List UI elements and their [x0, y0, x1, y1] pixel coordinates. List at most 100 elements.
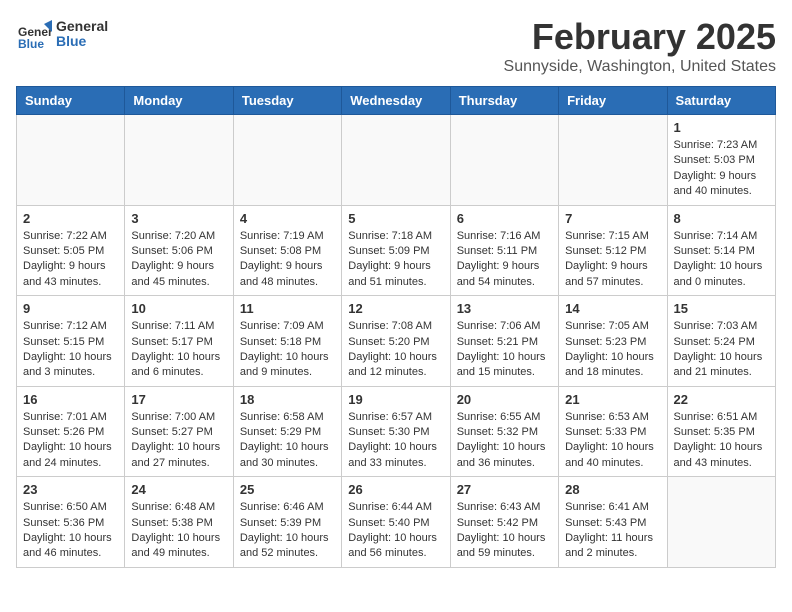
calendar-cell: 12Sunrise: 7:08 AM Sunset: 5:20 PM Dayli… [342, 296, 450, 387]
day-number: 20 [457, 392, 552, 407]
day-info: Sunrise: 7:05 AM Sunset: 5:23 PM Dayligh… [565, 319, 660, 381]
calendar-cell: 14 Sunrise: 7:05 AM Sunset: 5:23 PM Dayli… [559, 296, 667, 387]
week-row-2: 2 Sunrise: 7:22 AM Sunset: 5:05 PM Daylig… [17, 205, 776, 296]
day-info: Sunrise: 7:20 AM Sunset: 5:06 PM Dayligh… [131, 229, 226, 291]
weekday-header-saturday: Saturday [667, 87, 775, 115]
calendar-cell: 18 Sunrise: 6:58 AM Sunset: 5:29 PM Dayli… [233, 386, 341, 477]
day-info: Sunrise: 7:19 AM Sunset: 5:08 PM Dayligh… [240, 229, 335, 291]
calendar-cell [342, 115, 450, 206]
calendar-cell: 2 Sunrise: 7:22 AM Sunset: 5:05 PM Daylig… [17, 205, 125, 296]
day-info: Sunrise: 7:15 AM Sunset: 5:12 PM Dayligh… [565, 229, 660, 291]
day-info: Sunrise: 6:51 AM Sunset: 5:35 PM Dayligh… [674, 410, 769, 472]
day-number: 26 [348, 482, 443, 497]
weekday-header-sunday: Sunday [17, 87, 125, 115]
day-number: 19 [348, 392, 443, 407]
day-info: Sunrise: 7:08 AM Sunset: 5:20 PM Dayligh… [348, 319, 443, 381]
day-number: 8 [674, 211, 769, 226]
calendar-cell: 8 Sunrise: 7:14 AM Sunset: 5:14 PM Daylig… [667, 205, 775, 296]
calendar-cell: 3 Sunrise: 7:20 AM Sunset: 5:06 PM Daylig… [125, 205, 233, 296]
day-info: Sunrise: 6:48 AM Sunset: 5:38 PM Dayligh… [131, 500, 226, 562]
day-info: Sunrise: 7:00 AM Sunset: 5:27 PM Dayligh… [131, 410, 226, 472]
day-info: Sunrise: 6:50 AM Sunset: 5:36 PM Dayligh… [23, 500, 118, 562]
calendar-cell: 27 Sunrise: 6:43 AM Sunset: 5:42 PM Dayli… [450, 477, 558, 568]
calendar-cell: 6Sunrise: 7:16 AM Sunset: 5:11 PM Daylig… [450, 205, 558, 296]
day-info: Sunrise: 7:06 AM Sunset: 5:21 PM Dayligh… [457, 319, 552, 381]
weekday-header-tuesday: Tuesday [233, 87, 341, 115]
day-info: Sunrise: 7:18 AM Sunset: 5:09 PM Dayligh… [348, 229, 443, 291]
day-number: 4 [240, 211, 335, 226]
day-number: 13 [457, 301, 552, 316]
day-number: 11 [240, 301, 335, 316]
title-block: February 2025 Sunnyside, Washington, Uni… [504, 16, 776, 76]
day-info: Sunrise: 6:57 AM Sunset: 5:30 PM Dayligh… [348, 410, 443, 472]
calendar-cell: 7 Sunrise: 7:15 AM Sunset: 5:12 PM Daylig… [559, 205, 667, 296]
day-info: Sunrise: 7:22 AM Sunset: 5:05 PM Dayligh… [23, 229, 118, 291]
day-info: Sunrise: 7:23 AM Sunset: 5:03 PM Dayligh… [674, 138, 769, 200]
day-info: Sunrise: 7:14 AM Sunset: 5:14 PM Dayligh… [674, 229, 769, 291]
day-info: Sunrise: 6:55 AM Sunset: 5:32 PM Dayligh… [457, 410, 552, 472]
calendar-table: SundayMondayTuesdayWednesdayThursdayFrid… [16, 86, 776, 568]
calendar-cell: 9 Sunrise: 7:12 AM Sunset: 5:15 PM Daylig… [17, 296, 125, 387]
weekday-header-thursday: Thursday [450, 87, 558, 115]
logo-blue: Blue [56, 34, 108, 49]
calendar-cell: 24 Sunrise: 6:48 AM Sunset: 5:38 PM Dayli… [125, 477, 233, 568]
day-number: 9 [23, 301, 118, 316]
day-number: 28 [565, 482, 660, 497]
calendar-cell: 4 Sunrise: 7:19 AM Sunset: 5:08 PM Daylig… [233, 205, 341, 296]
day-info: Sunrise: 6:41 AM Sunset: 5:43 PM Dayligh… [565, 500, 660, 562]
day-number: 25 [240, 482, 335, 497]
calendar-cell [125, 115, 233, 206]
calendar-cell [667, 477, 775, 568]
day-number: 7 [565, 211, 660, 226]
week-row-3: 9 Sunrise: 7:12 AM Sunset: 5:15 PM Daylig… [17, 296, 776, 387]
day-number: 27 [457, 482, 552, 497]
calendar-cell: 20 Sunrise: 6:55 AM Sunset: 5:32 PM Dayli… [450, 386, 558, 477]
calendar-cell: 25 Sunrise: 6:46 AM Sunset: 5:39 PM Dayli… [233, 477, 341, 568]
calendar-location: Sunnyside, Washington, United States [504, 58, 776, 76]
week-row-4: 16 Sunrise: 7:01 AM Sunset: 5:26 PM Dayli… [17, 386, 776, 477]
day-info: Sunrise: 7:12 AM Sunset: 5:15 PM Dayligh… [23, 319, 118, 381]
calendar-cell: 23 Sunrise: 6:50 AM Sunset: 5:36 PM Dayli… [17, 477, 125, 568]
day-info: Sunrise: 6:46 AM Sunset: 5:39 PM Dayligh… [240, 500, 335, 562]
day-number: 10 [131, 301, 226, 316]
logo-general: General [56, 19, 108, 34]
day-number: 3 [131, 211, 226, 226]
logo: General Blue General Blue [16, 16, 108, 52]
day-number: 18 [240, 392, 335, 407]
weekday-header-wednesday: Wednesday [342, 87, 450, 115]
calendar-cell: 11 Sunrise: 7:09 AM Sunset: 5:18 PM Dayli… [233, 296, 341, 387]
calendar-cell: 22Sunrise: 6:51 AM Sunset: 5:35 PM Dayli… [667, 386, 775, 477]
day-info: Sunrise: 7:01 AM Sunset: 5:26 PM Dayligh… [23, 410, 118, 472]
weekday-header-friday: Friday [559, 87, 667, 115]
day-number: 17 [131, 392, 226, 407]
calendar-cell [17, 115, 125, 206]
day-info: Sunrise: 6:53 AM Sunset: 5:33 PM Dayligh… [565, 410, 660, 472]
day-info: Sunrise: 7:09 AM Sunset: 5:18 PM Dayligh… [240, 319, 335, 381]
day-number: 2 [23, 211, 118, 226]
calendar-cell: 16 Sunrise: 7:01 AM Sunset: 5:26 PM Dayli… [17, 386, 125, 477]
calendar-cell: 5 Sunrise: 7:18 AM Sunset: 5:09 PM Daylig… [342, 205, 450, 296]
day-info: Sunrise: 6:44 AM Sunset: 5:40 PM Dayligh… [348, 500, 443, 562]
calendar-cell: 21Sunrise: 6:53 AM Sunset: 5:33 PM Dayli… [559, 386, 667, 477]
day-number: 5 [348, 211, 443, 226]
day-number: 23 [23, 482, 118, 497]
calendar-cell: 10 Sunrise: 7:11 AM Sunset: 5:17 PM Dayli… [125, 296, 233, 387]
weekday-header-row: SundayMondayTuesdayWednesdayThursdayFrid… [17, 87, 776, 115]
calendar-cell: 19 Sunrise: 6:57 AM Sunset: 5:30 PM Dayli… [342, 386, 450, 477]
week-row-5: 23 Sunrise: 6:50 AM Sunset: 5:36 PM Dayli… [17, 477, 776, 568]
day-info: Sunrise: 6:43 AM Sunset: 5:42 PM Dayligh… [457, 500, 552, 562]
calendar-cell: 28 Sunrise: 6:41 AM Sunset: 5:43 PM Dayli… [559, 477, 667, 568]
day-number: 16 [23, 392, 118, 407]
calendar-cell: 15Sunrise: 7:03 AM Sunset: 5:24 PM Dayli… [667, 296, 775, 387]
day-number: 1 [674, 120, 769, 135]
calendar-cell: 1 Sunrise: 7:23 AM Sunset: 5:03 PM Daylig… [667, 115, 775, 206]
calendar-cell [233, 115, 341, 206]
day-info: Sunrise: 7:11 AM Sunset: 5:17 PM Dayligh… [131, 319, 226, 381]
calendar-cell: 17 Sunrise: 7:00 AM Sunset: 5:27 PM Dayli… [125, 386, 233, 477]
day-number: 24 [131, 482, 226, 497]
calendar-title: February 2025 [504, 16, 776, 58]
calendar-cell [450, 115, 558, 206]
day-number: 14 [565, 301, 660, 316]
calendar-cell [559, 115, 667, 206]
day-info: Sunrise: 6:58 AM Sunset: 5:29 PM Dayligh… [240, 410, 335, 472]
